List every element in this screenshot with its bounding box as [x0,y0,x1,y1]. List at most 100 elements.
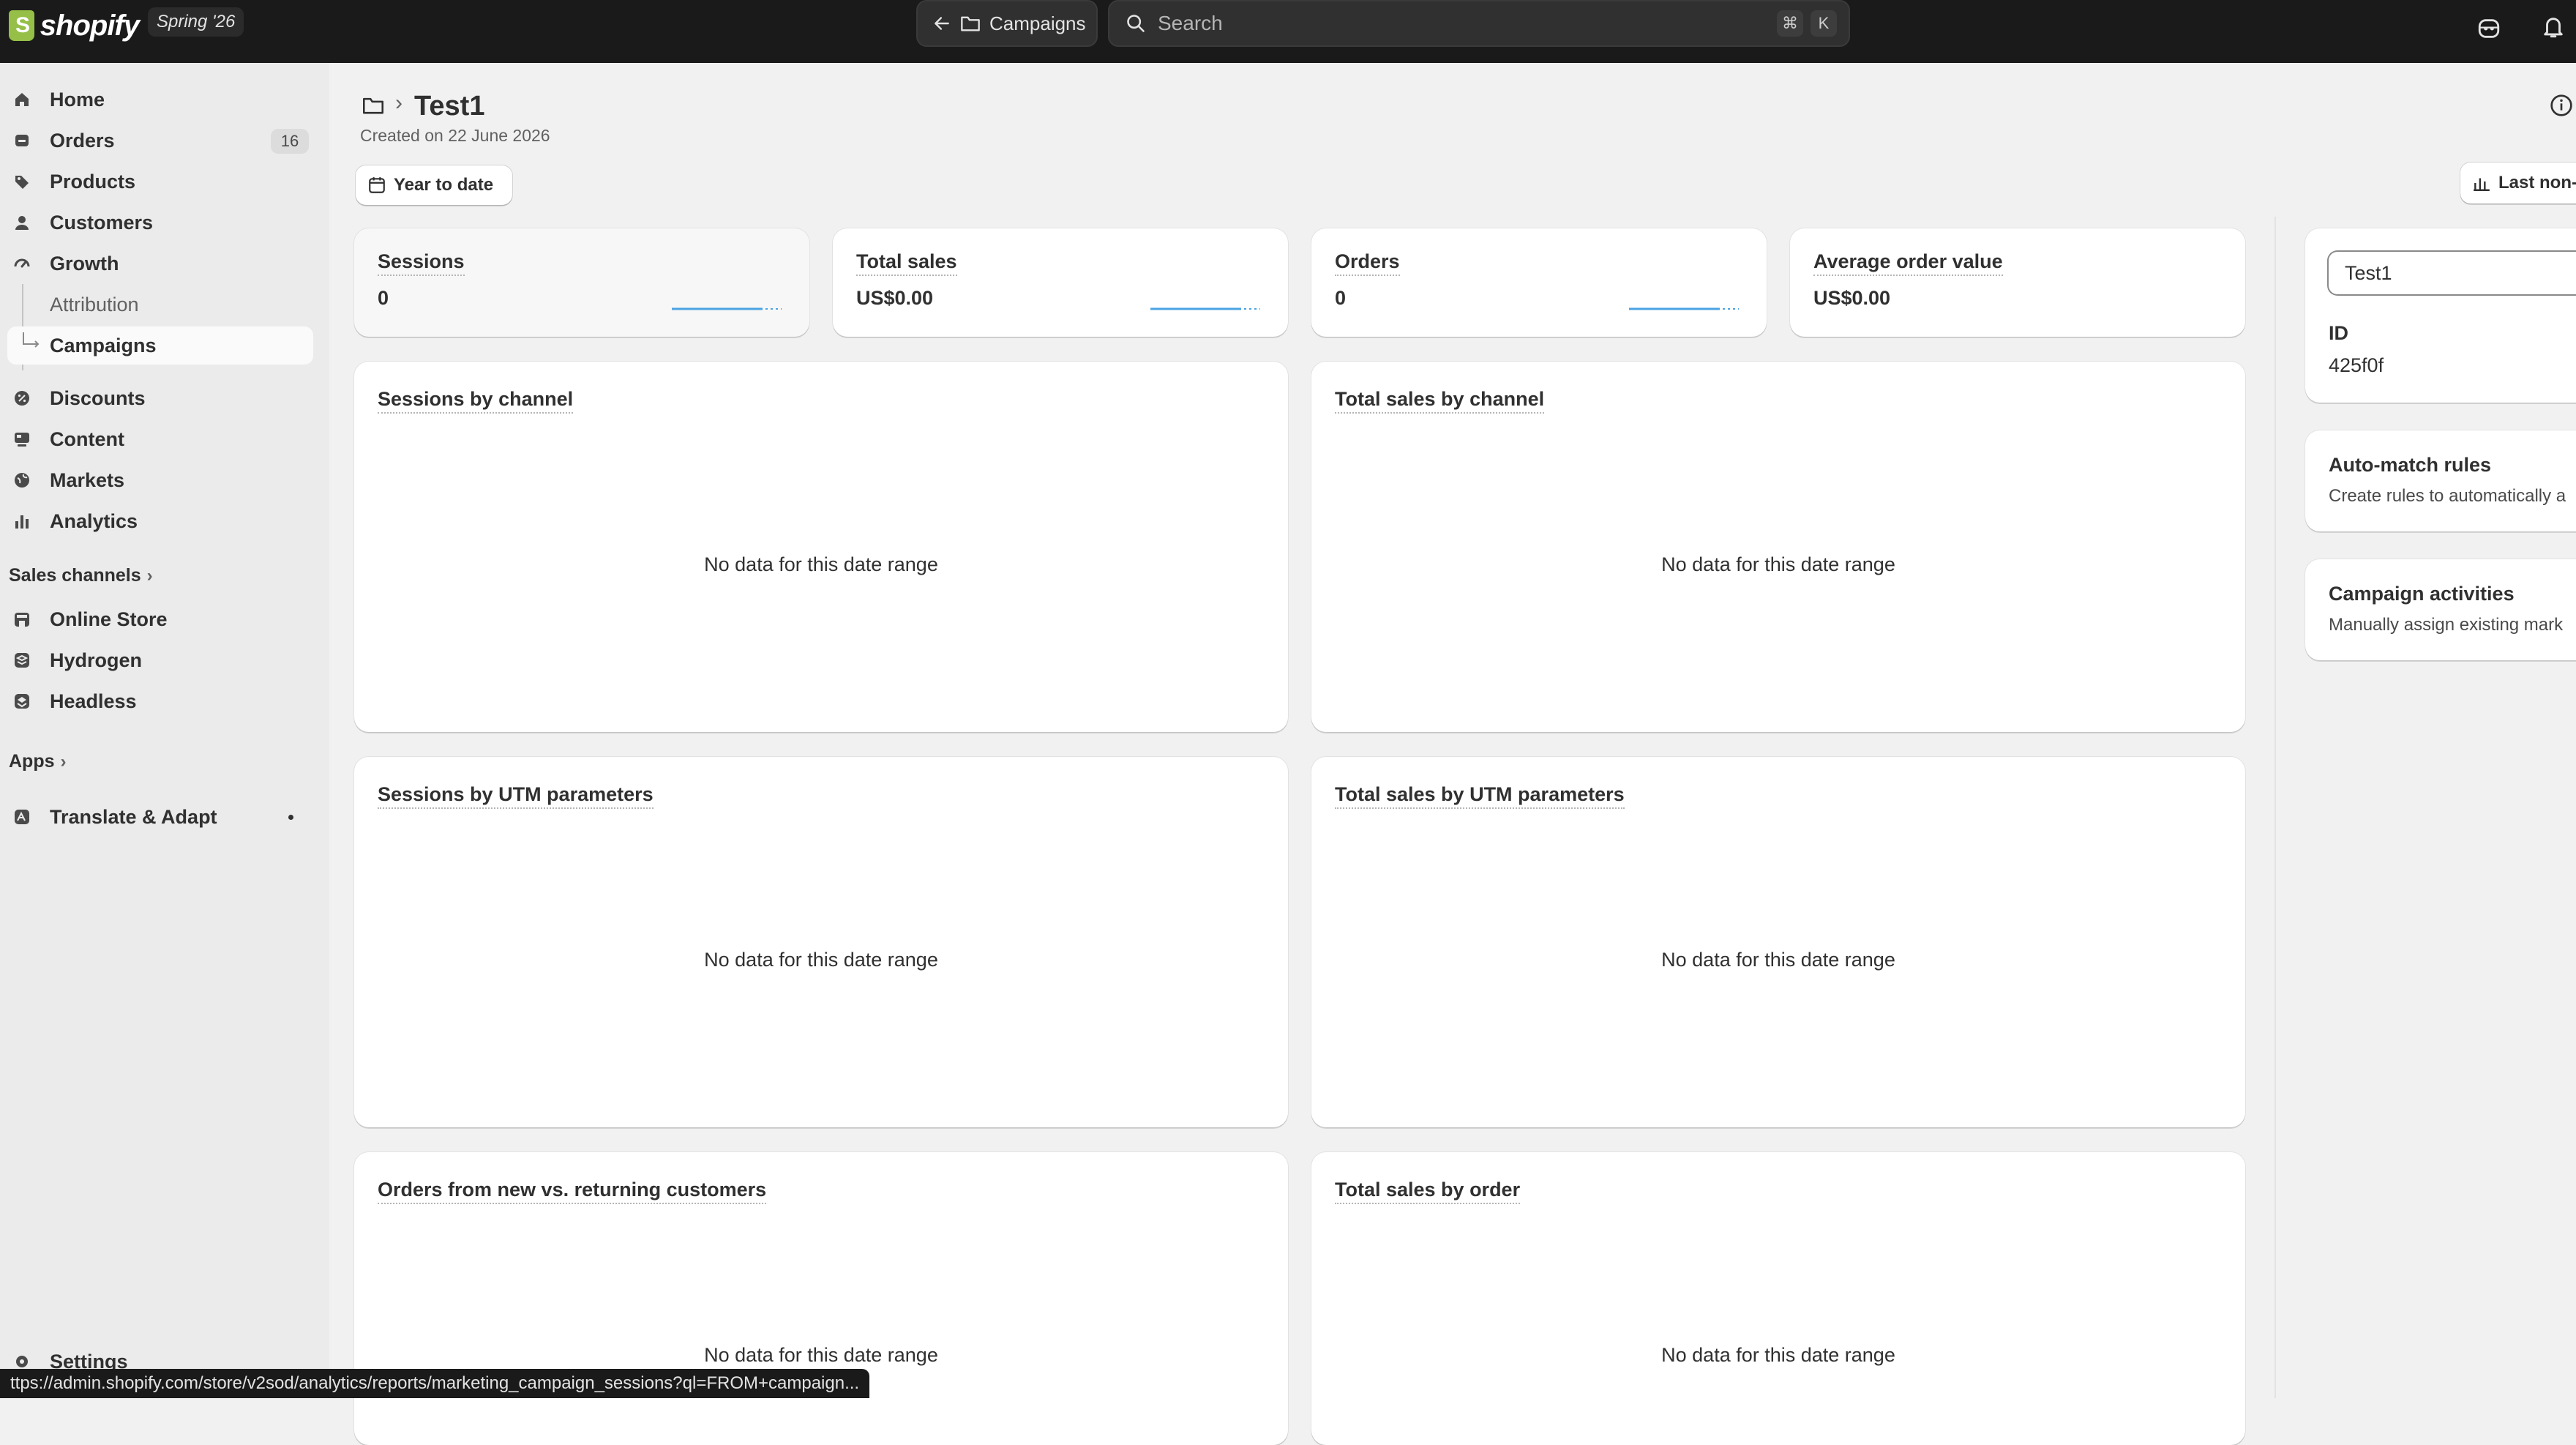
campaign-details-card: Test1 ID 425f0f [2305,228,2576,403]
headless-icon [15,694,29,709]
metric-card-sessions[interactable]: Sessions 0 [354,228,809,337]
sidebar-item-label: Discounts [50,387,146,409]
metric-value: 0 [1335,287,1347,309]
back-label: Campaigns [989,12,1086,34]
link-preview-statusbar: ttps://admin.shopify.com/store/v2sod/ana… [0,1369,870,1398]
page-title: Test1 [414,91,485,122]
empty-state-text: No data for this date range [1661,1344,1895,1366]
attribution-model-label: Last non- [2498,173,2576,193]
sidebar: Home Orders 16 Products Customers Growth… [0,63,329,1398]
sidebar-item-discounts[interactable]: Discounts [0,379,315,417]
folder-icon[interactable] [362,95,385,116]
store-icon [15,613,29,627]
globe-icon [15,473,29,488]
auto-match-rules-card[interactable]: Auto-match rules Create rules to automat… [2305,430,2576,531]
sales-channels-header[interactable]: Sales channels › [9,565,153,586]
chevron-right-icon: › [146,565,153,586]
bar-chart-icon [2474,178,2490,191]
metric-card-total-sales[interactable]: Total sales US$0.00 [833,228,1288,337]
empty-state-text: No data for this date range [1661,949,1895,971]
sidebar-item-label: Markets [50,468,125,491]
metric-value: US$0.00 [856,287,934,309]
sidebar-item-label: Online Store [50,608,168,630]
id-label: ID [2329,322,2348,344]
sidebar-item-label: Growth [50,252,119,275]
sidebar-item-products[interactable]: Products [0,163,315,201]
metric-title: Sessions [378,250,465,276]
folder-icon [961,16,980,31]
auto-match-title: Auto-match rules [2329,454,2492,476]
sidebar-item-label: Content [50,427,124,450]
attribution-model-button[interactable]: Last non- [2460,163,2576,204]
search-input[interactable]: Search ⌘ K [1108,0,1850,47]
metric-title: Orders [1335,250,1400,276]
sidebar-item-customers[interactable]: Customers [0,204,315,242]
report-title[interactable]: Sessions by UTM parameters [378,783,654,809]
back-to-campaigns-button[interactable]: Campaigns [916,0,1098,47]
sidebar-item-campaigns[interactable]: Campaigns [7,326,313,365]
report-card-total-sales-by-order: Total sales by order No data for this da… [1311,1152,2245,1445]
store-assistant-icon[interactable] [2476,16,2501,41]
sidebar-item-label: Home [50,88,105,111]
sidebar-item-headless[interactable]: Headless [0,682,315,720]
report-card-total-sales-by-utm: Total sales by UTM parameters No data fo… [1311,757,2245,1127]
sidebar-item-growth[interactable]: Growth [0,244,315,283]
report-title[interactable]: Sessions by channel [378,388,574,414]
sidebar-item-translate-adapt[interactable]: Translate & Adapt [0,798,315,836]
sidebar-item-label: Translate & Adapt [50,805,217,828]
created-date: Created on 22 June 2026 [360,126,550,145]
gauge-icon [14,258,30,268]
campaign-activities-card[interactable]: Campaign activities Manually assign exis… [2305,559,2576,660]
top-bar: shopify Spring '26 Campaigns Search ⌘ K [0,0,2576,63]
empty-state-text: No data for this date range [704,949,938,971]
breadcrumb-chevron-icon: › [395,91,402,115]
tree-branch-icon [23,332,40,348]
search-icon [1127,15,1145,32]
sidebar-item-markets[interactable]: Markets [0,461,315,499]
bell-icon[interactable] [2541,13,2566,41]
search-placeholder: Search [1158,12,1223,34]
sidebar-item-label: Products [50,170,136,193]
sparkline [1150,307,1260,310]
person-icon [15,216,29,230]
sparkline [1629,307,1739,310]
sidebar-item-analytics[interactable]: Analytics [0,502,315,540]
info-icon[interactable] [2550,94,2573,117]
pin-dot-icon [288,815,293,820]
metric-card-average-order-value[interactable]: Average order value US$0.00 [1790,228,2245,337]
metric-title: Total sales [856,250,957,276]
discount-icon [15,391,29,406]
hydrogen-icon [15,653,29,668]
campaign-name-input[interactable]: Test1 [2327,250,2576,296]
auto-match-description: Create rules to automatically a [2329,486,2566,506]
sparkline [672,307,782,310]
sidebar-item-label: Attribution [50,293,139,315]
sidebar-item-attribution[interactable]: Attribution [0,285,315,324]
metric-value: US$0.00 [1813,287,1891,309]
report-title[interactable]: Orders from new vs. returning customers [378,1179,767,1204]
metric-card-orders[interactable]: Orders 0 [1311,228,1767,337]
sidebar-item-label: Hydrogen [50,649,143,671]
report-title[interactable]: Total sales by channel [1335,388,1545,414]
apps-header[interactable]: Apps › [9,751,67,772]
sidebar-item-orders[interactable]: Orders 16 [0,122,315,160]
sidebar-item-hydrogen[interactable]: Hydrogen [0,641,315,679]
sidebar-item-label: Orders [50,129,115,152]
sidebar-item-home[interactable]: Home [0,81,315,119]
report-title[interactable]: Total sales by order [1335,1179,1521,1204]
bar-chart-icon [15,515,29,529]
sidebar-item-label: Campaigns [50,334,157,356]
tag-icon [15,176,29,189]
activities-title: Campaign activities [2329,583,2515,605]
report-card-sessions-by-channel: Sessions by channel No data for this dat… [354,362,1288,732]
metric-title: Average order value [1813,250,2003,276]
report-title[interactable]: Total sales by UTM parameters [1335,783,1625,809]
home-icon [15,93,29,106]
sidebar-item-content[interactable]: Content [0,420,315,458]
shopify-logo[interactable]: shopify [9,7,140,44]
chevron-right-icon: › [60,751,67,772]
sidebar-item-online-store[interactable]: Online Store [0,600,315,638]
translate-icon [15,810,29,824]
date-range-button[interactable]: Year to date [356,165,512,205]
sidebar-item-label: Analytics [50,509,138,532]
